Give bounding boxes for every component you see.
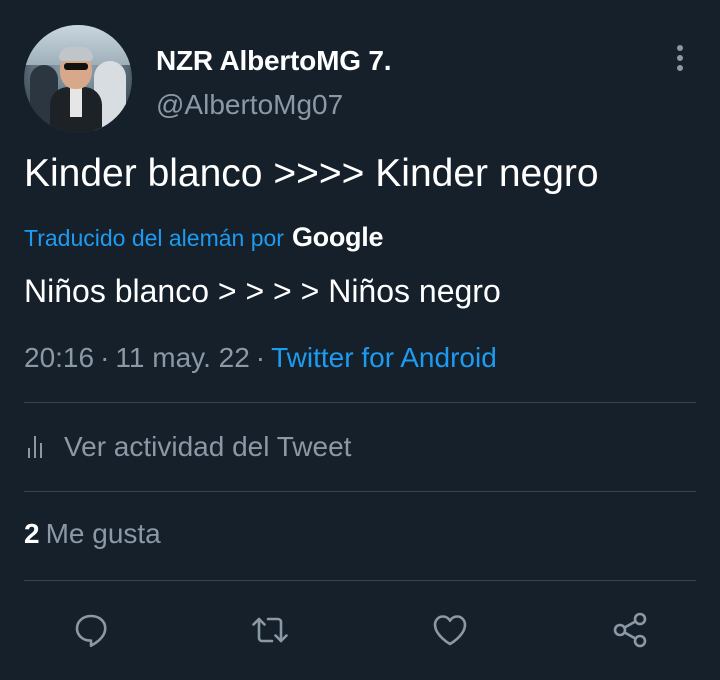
tweet-date: 11 may. 22 [115, 342, 250, 373]
like-button[interactable] [424, 604, 476, 656]
avatar-hair [59, 47, 93, 61]
author-handle[interactable]: @AlbertoMg07 [156, 89, 343, 121]
more-vertical-icon[interactable] [672, 45, 688, 75]
tweet-source-link[interactable]: Twitter for Android [271, 342, 497, 373]
avatar-glasses [64, 63, 88, 70]
retweet-button[interactable] [244, 604, 296, 656]
tweet-header: NZR AlbertoMG 7. @AlbertoMg07 [24, 25, 704, 135]
activity-label: Ver actividad del Tweet [64, 431, 352, 462]
likes-label: Me gusta [45, 518, 161, 549]
meta-separator: · [100, 342, 110, 373]
avatar-shirt [70, 87, 82, 117]
author-display-name[interactable]: NZR AlbertoMG 7. [156, 45, 392, 77]
tweet-time: 20:16 [24, 342, 95, 373]
analytics-bars-icon [28, 436, 48, 458]
share-icon [613, 612, 647, 648]
reply-button[interactable] [65, 604, 117, 656]
translation-label: Traducido del alemán por [24, 225, 284, 251]
likes-count-link[interactable]: 2 Me gusta [24, 518, 161, 550]
translation-attribution: Traducido del alemán por Google [24, 222, 383, 253]
tweet-text: Kinder blanco >>>> Kinder negro [24, 152, 599, 195]
heart-icon [433, 615, 467, 646]
tweet-actions-bar [0, 604, 720, 656]
author-avatar[interactable] [24, 25, 132, 133]
view-tweet-activity-button[interactable]: Ver actividad del Tweet [24, 429, 351, 465]
divider [24, 580, 696, 581]
google-logo: Google [291, 222, 384, 252]
translated-text: Niños blanco > > > > Niños negro [24, 273, 501, 309]
reply-icon [75, 614, 107, 647]
share-button[interactable] [604, 604, 656, 656]
divider [24, 402, 696, 403]
retweet-icon [252, 617, 288, 643]
likes-count: 2 [24, 518, 40, 549]
tweet-meta: 20:16 · 11 may. 22 · Twitter for Android [24, 342, 497, 374]
meta-separator: · [255, 342, 266, 373]
divider [24, 491, 696, 492]
